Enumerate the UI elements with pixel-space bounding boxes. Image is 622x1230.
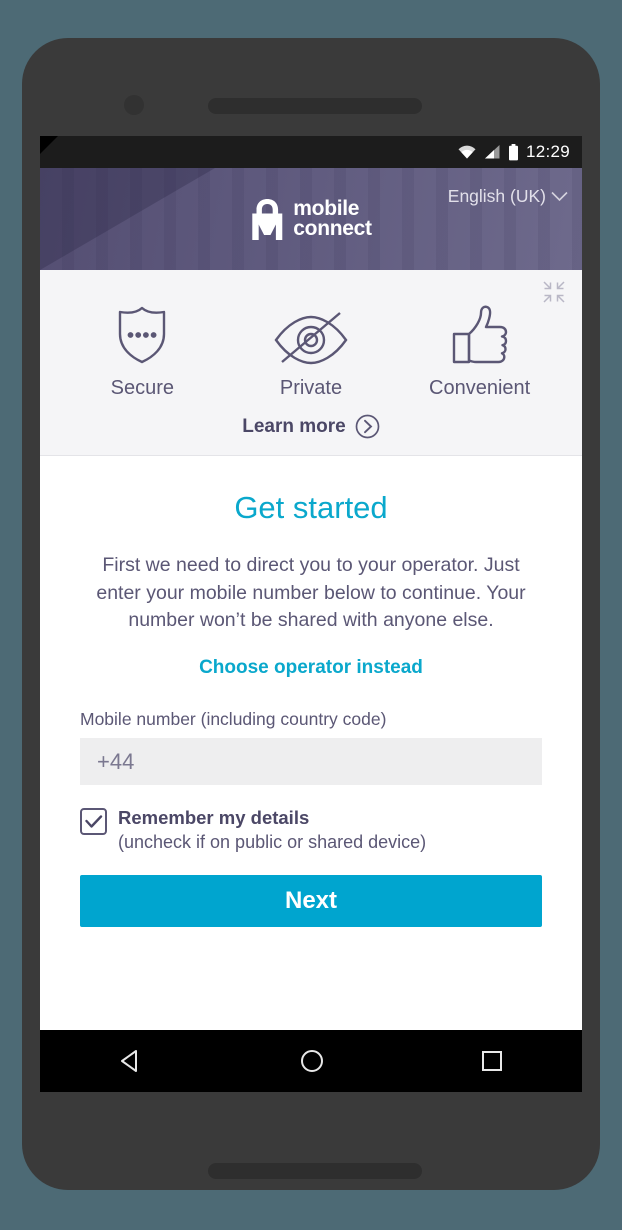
language-selector[interactable]: English (UK) (448, 186, 568, 207)
features-band: Secure Private Convenient Learn more (40, 270, 582, 456)
feature-convenient[interactable]: Convenient (405, 304, 555, 400)
main-content: Get started First we need to direct you … (40, 456, 582, 928)
home-circle-icon[interactable] (299, 1048, 325, 1074)
padlock-m-logo (252, 199, 283, 240)
feature-private[interactable]: Private (236, 304, 386, 400)
language-label: English (UK) (447, 186, 546, 206)
learn-more-link[interactable]: Learn more (40, 414, 582, 439)
remember-details-texts: Remember my details (uncheck if on publi… (118, 807, 426, 853)
remember-details-subtitle: (uncheck if on public or shared device) (118, 832, 427, 853)
next-button[interactable]: Next (80, 875, 542, 928)
app-header: mobile connect English (UK) (40, 168, 582, 270)
remember-details-title: Remember my details (118, 807, 310, 829)
signal-icon (484, 145, 500, 159)
remember-details-checkbox[interactable] (80, 808, 107, 836)
shield-dots-icon (114, 304, 170, 366)
brand-line-2: connect (293, 217, 372, 240)
chevron-down-icon (551, 191, 568, 202)
feature-label-convenient: Convenient (429, 377, 531, 399)
recents-square-icon[interactable] (480, 1049, 504, 1073)
back-triangle-icon[interactable] (118, 1048, 144, 1074)
page-title: Get started (234, 490, 388, 525)
feature-secure[interactable]: Secure (67, 304, 217, 400)
earpiece-speaker (208, 98, 422, 114)
thumbs-up-icon (450, 304, 510, 366)
bottom-speaker (208, 1163, 422, 1179)
brand-line-1: mobile (293, 196, 360, 220)
eye-slash-icon (272, 304, 350, 366)
android-nav-bar (40, 1030, 582, 1092)
mobile-number-label: Mobile number (including country code) (80, 709, 387, 730)
feature-label-secure: Secure (110, 377, 175, 399)
remember-details-row: Remember my details (uncheck if on publi… (80, 807, 542, 853)
intro-text: First we need to direct you to your oper… (96, 554, 526, 632)
feature-label-private: Private (279, 377, 343, 399)
front-camera (124, 95, 144, 115)
battery-icon (508, 143, 518, 160)
collapse-arrows-icon[interactable] (542, 280, 566, 304)
brand-logo: mobile connect (250, 196, 372, 241)
wifi-icon (458, 145, 476, 159)
mobile-number-input[interactable] (80, 738, 542, 786)
header-diagonal-shade (40, 168, 215, 270)
checkmark-icon (84, 814, 102, 828)
status-corner-notch (40, 136, 58, 154)
choose-operator-link[interactable]: Choose operator instead (80, 657, 542, 679)
chevron-right-circle-icon (355, 414, 380, 439)
feature-list: Secure Private Convenient (40, 304, 582, 400)
brand-wordmark: mobile connect (293, 196, 372, 240)
status-clock: 12:29 (525, 142, 570, 161)
learn-more-label: Learn more (242, 415, 346, 437)
phone-screen: 12:29 mobile connect English (UK) Secure… (40, 136, 582, 1092)
status-bar: 12:29 (40, 136, 582, 168)
